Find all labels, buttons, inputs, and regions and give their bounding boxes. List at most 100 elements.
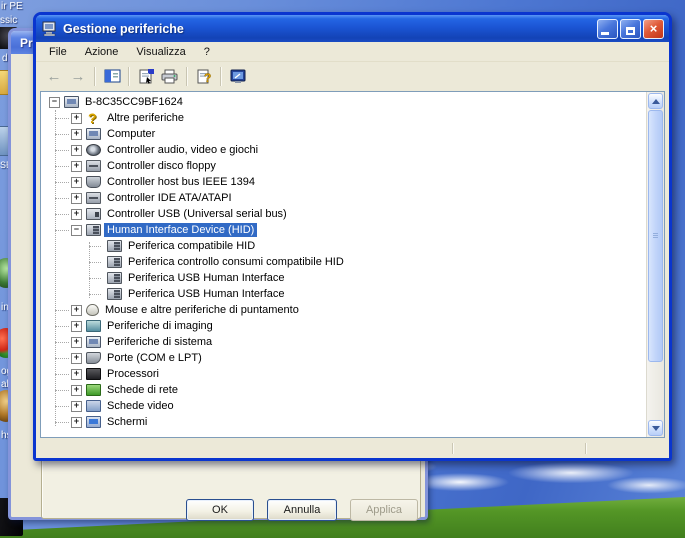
scroll-down-button[interactable] [648,420,663,436]
title-bar[interactable]: Gestione periferiche × [36,15,669,42]
scan-hardware-button[interactable] [226,65,250,88]
tree-row: + Porte (COM e LPT) [41,350,647,366]
device-tree: − B-8C35CC9BF1624 + Altre periferiche + … [41,94,647,437]
properties-button[interactable] [134,65,158,88]
back-button[interactable]: ← [42,65,66,88]
toolbar-separator [186,67,188,86]
tree-expander[interactable]: + [71,177,82,188]
apply-button: Applica [350,499,418,521]
computer-icon [64,96,79,108]
system-icon [86,336,101,348]
tree-expander[interactable]: + [71,161,82,172]
tree-expander[interactable]: + [71,193,82,204]
menu-help[interactable]: ? [195,44,219,60]
monitor-icon [86,416,101,428]
tree-row: + Controller disco floppy [41,158,647,174]
tree-row: − B-8C35CC9BF1624 [41,94,647,110]
maximize-button[interactable] [620,19,641,39]
tree-item-label[interactable]: Periferiche di sistema [104,335,215,349]
tree-item-label[interactable]: Controller IDE ATA/ATAPI [104,191,235,205]
tree-expander[interactable]: + [71,321,82,332]
print-icon [161,69,179,84]
minimize-icon [601,32,609,35]
tree-item-label[interactable]: Periferica USB Human Interface [125,271,288,285]
close-button[interactable]: × [643,19,664,39]
show-console-tree-button[interactable] [100,65,124,88]
tree-row: + Controller IDE ATA/ATAPI [41,190,647,206]
tree-row: + Mouse e altre periferiche di puntament… [41,302,647,318]
hid-icon [107,256,122,268]
tree-row: + Schede video [41,398,647,414]
tree-row: + Controller USB (Universal serial bus) [41,206,647,222]
show-console-tree-icon [104,69,121,83]
properties-icon [138,69,155,84]
tree-expander[interactable]: − [49,97,60,108]
cancel-button[interactable]: Annulla [267,499,337,521]
tree-item-label[interactable]: Periferiche di imaging [104,319,216,333]
tree-item-label[interactable]: Controller USB (Universal serial bus) [104,207,290,221]
mouse-icon [86,304,99,316]
ieee1394-icon [86,176,101,188]
desktop-icon-label: ssic [0,15,17,26]
tree-row: Periferica compatibile HID [41,238,647,254]
tree-expander[interactable]: + [71,305,82,316]
tree-row: + Schede di rete [41,382,647,398]
minimize-button[interactable] [597,19,618,39]
tree-item-label[interactable]: Mouse e altre periferiche di puntamento [102,303,302,317]
ok-button[interactable]: OK [186,499,254,521]
tree-item-label[interactable]: Altre periferiche [104,111,187,125]
tree-item-label[interactable]: Computer [104,127,158,141]
scan-hardware-icon [230,69,247,84]
tree-item-label[interactable]: Periferica controllo consumi compatibile… [125,255,347,269]
forward-button[interactable]: → [66,65,90,88]
tree-row: Periferica USB Human Interface [41,270,647,286]
tree-item-label[interactable]: Periferica USB Human Interface [125,287,288,301]
menu-file[interactable]: File [40,44,76,60]
status-separator [452,443,454,454]
tree-expander[interactable]: + [71,145,82,156]
svg-text:?: ? [204,71,211,84]
desktop-icon-label: ir PE [1,1,23,12]
processor-icon [86,368,101,380]
tree-item-label[interactable]: Controller host bus IEEE 1394 [104,175,258,189]
menu-bar: File Azione Visualizza ? [36,42,669,62]
tree-expander[interactable]: + [71,417,82,428]
tree-item-label[interactable]: Schede video [104,399,177,413]
tree-item-label[interactable]: Processori [104,367,162,381]
tree-expander[interactable]: + [71,369,82,380]
scrollbar[interactable] [646,92,664,437]
menu-visualizza[interactable]: Visualizza [127,44,194,60]
arrow-up-icon [652,99,660,104]
tree-row: + Altre periferiche [41,110,647,126]
tree-expander[interactable]: + [71,113,82,124]
tree-item-label[interactable]: Porte (COM e LPT) [104,351,205,365]
tree-item-label[interactable]: Periferica compatibile HID [125,239,258,253]
scrollbar-thumb[interactable] [648,110,663,362]
audio-icon [86,144,101,156]
tree-expander[interactable]: + [71,385,82,396]
tree-row: + Schermi [41,414,647,430]
tree-item-label[interactable]: B-8C35CC9BF1624 [82,95,186,109]
tree-expander[interactable]: + [71,209,82,220]
menu-azione[interactable]: Azione [76,44,128,60]
tree-expander[interactable]: + [71,401,82,412]
tree-expander[interactable]: + [71,337,82,348]
port-icon [86,352,101,364]
device-manager-window: Gestione periferiche × File Azione Visua… [33,12,672,461]
tree-expander[interactable]: − [71,225,82,236]
hid-icon [107,288,122,300]
print-button[interactable] [158,65,182,88]
window-title: Gestione periferiche [63,22,595,36]
tree-item-label[interactable]: Schede di rete [104,383,181,397]
help-button[interactable]: ? [192,65,216,88]
tree-item-label[interactable]: Human Interface Device (HID) [104,223,257,237]
tree-item-label[interactable]: Schermi [104,415,150,429]
forward-icon: → [71,69,86,84]
tree-item-label[interactable]: Controller audio, video e giochi [104,143,261,157]
tree-item-label[interactable]: Controller disco floppy [104,159,219,173]
scroll-up-button[interactable] [648,93,663,109]
floppy-icon [86,160,101,172]
tree-expander[interactable]: + [71,129,82,140]
imaging-icon [86,320,101,332]
tree-expander[interactable]: + [71,353,82,364]
